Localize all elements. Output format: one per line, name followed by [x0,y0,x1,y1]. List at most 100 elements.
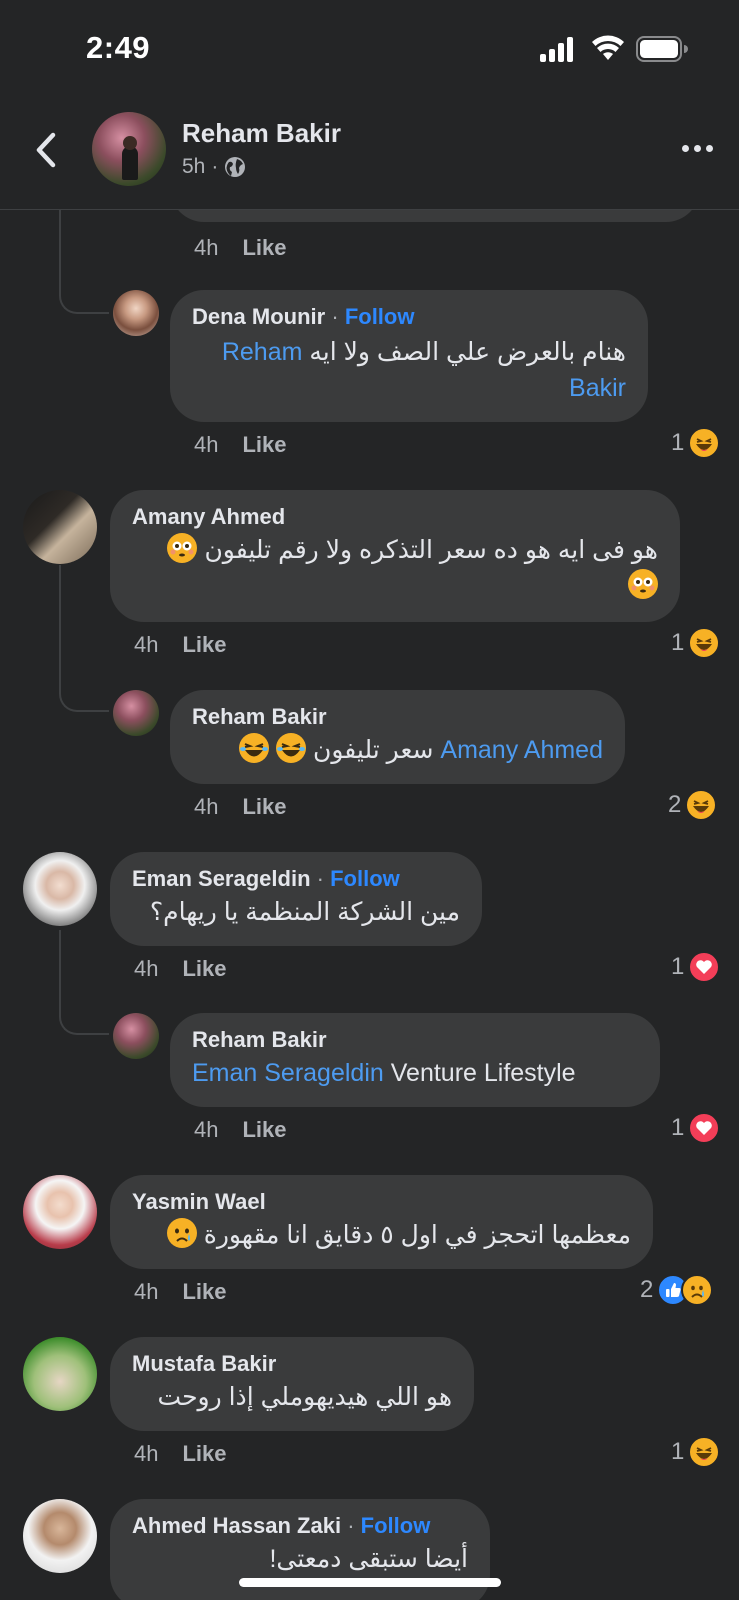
comment-bubble[interactable]: Reham Bakir Amany Ahmed سعر تليفون [170,690,625,784]
comment-meta: 4h Like [134,1279,227,1305]
comment-text: مين الشركة المنظمة يا ريهام؟ [149,898,460,926]
name-separator: · [347,1513,355,1538]
commenter-name[interactable]: Ahmed Hassan Zaki [132,1513,341,1538]
comment-time: 4h [134,1441,159,1466]
commenter-avatar[interactable] [23,490,97,564]
reaction-count: 1 [671,1438,685,1465]
comment-time: 4h [134,1279,159,1304]
commenter-avatar[interactable] [113,1013,159,1059]
commenter-avatar[interactable] [113,690,159,736]
love-reaction-icon [688,951,721,983]
comment-text-arabic: هنام بالعرض علي الصف ولا ايه [309,338,626,366]
commenter-avatar[interactable] [23,1337,97,1411]
post-time: 5h [182,155,206,178]
comment-text: أيضا ستبقى دمعتى! [269,1545,468,1573]
commenter-avatar[interactable] [23,1175,97,1249]
reply-thread-line [59,565,109,712]
reaction-count: 1 [671,953,685,980]
post-header: Reham Bakir 5h · [0,100,739,210]
commenter-name[interactable]: Yasmin Wael [132,1189,631,1215]
reaction-count: 1 [671,1114,685,1141]
comment-text: هنام بالعرض علي الصف ولا ايه Reham Bakir [192,334,626,406]
haha-reaction-icon [688,627,721,659]
commenter-name[interactable]: Dena Mounir [192,304,325,329]
comment-bubble[interactable]: Reham Bakir Eman Serageldin Venture Life… [170,1013,660,1107]
post-meta: 5h · [182,155,246,179]
comment-time: 4h [134,956,159,981]
comment-bubble[interactable]: Amany Ahmed هو فى ايه هو ده سعر التذكره … [110,490,680,622]
commenter-name[interactable]: Reham Bakir [192,1027,638,1053]
reaction-summary[interactable]: 2 [668,789,718,821]
follow-button[interactable]: Follow [330,866,400,891]
comment-meta: 4h Like [194,794,287,820]
commenter-name[interactable]: Reham Bakir [192,704,603,730]
commenter-avatar[interactable] [23,852,97,926]
back-button[interactable] [26,126,66,174]
mention-link[interactable]: Eman Serageldin [192,1059,384,1087]
comment-meta: 4h Like [194,432,287,458]
like-button[interactable]: Like [242,1117,286,1143]
sad-reaction-icon [681,1274,714,1306]
commenter-name-row: Ahmed Hassan Zaki · Follow [132,1513,468,1539]
reaction-count: 1 [671,429,685,456]
comment-time: 4h [194,432,219,457]
comment-meta: 4h Like [194,1117,287,1143]
comment-meta: 4h Like [134,1441,227,1467]
reaction-summary[interactable]: 1 [671,627,721,659]
like-button[interactable]: Like [242,794,286,820]
follow-button[interactable]: Follow [361,1513,431,1538]
comment-text: Eman Serageldin Venture Lifestyle [192,1055,638,1091]
commenter-name[interactable]: Amany Ahmed [132,504,658,530]
reply-thread-line [59,210,109,314]
laughing-emoji-icon [239,733,270,763]
laughing-emoji-icon [276,733,307,763]
commenter-avatar[interactable] [113,290,159,336]
reaction-count: 2 [668,791,682,818]
mention-link[interactable]: Reham [222,338,303,366]
comment-time: 4h [194,235,219,260]
meta-separator: · [211,155,219,178]
commenter-name[interactable]: Eman Serageldin [132,866,311,891]
author-avatar[interactable] [92,112,166,186]
author-name[interactable]: Reham Bakir [182,118,341,149]
like-button[interactable]: Like [182,1279,226,1305]
comment-bubble[interactable]: Yasmin Wael معظمها اتحجز في اول ٥ دقايق … [110,1175,653,1269]
comment-bubble[interactable]: Eman Serageldin · Follow مين الشركة المن… [110,852,482,946]
home-indicator[interactable] [239,1578,501,1587]
reaction-summary[interactable]: 2 [640,1274,714,1306]
like-button[interactable]: Like [242,432,286,458]
haha-reaction-icon [685,789,718,821]
like-button[interactable]: Like [182,956,226,982]
more-icon [681,144,689,152]
reaction-summary[interactable]: 1 [671,951,721,983]
comment-meta: 4h Like [134,956,227,982]
comment-text-body: Venture Lifestyle [390,1059,576,1087]
comment-time: 4h [134,632,159,657]
commenter-avatar[interactable] [23,1499,97,1573]
sad-emoji-icon [166,1218,197,1248]
back-chevron-icon [36,132,56,168]
globe-icon [225,157,246,177]
reaction-summary[interactable]: 1 [671,427,721,459]
commenter-name-row: Eman Serageldin · Follow [132,866,460,892]
reaction-summary[interactable]: 1 [671,1112,721,1144]
comment-bubble[interactable]: Dena Mounir · Follow هنام بالعرض علي الص… [170,290,648,422]
commenter-name[interactable]: Mustafa Bakir [132,1351,452,1377]
comment-time: 4h [194,1117,219,1142]
comment-time: 4h [194,794,219,819]
like-button[interactable]: Like [182,1441,226,1467]
haha-reaction-icon [688,427,721,459]
comment-meta: 4h Like [194,235,287,261]
comment-bubble[interactable]: Mustafa Bakir هو اللي هيديهوملي إذا روحت [110,1337,474,1431]
follow-button[interactable]: Follow [345,304,415,329]
mention-link[interactable]: Bakir [569,374,626,402]
comment-text: هو فى ايه هو ده سعر التذكره ولا رقم تليف… [132,532,658,604]
reaction-count: 1 [671,629,685,656]
reaction-summary[interactable]: 1 [671,1436,721,1468]
flushed-emoji-icon [167,533,198,563]
mention-link[interactable]: Amany Ahmed [440,736,603,764]
like-button[interactable]: Like [242,235,286,261]
like-button[interactable]: Like [182,632,226,658]
comment-text: Amany Ahmed سعر تليفون [192,732,603,768]
more-options-button[interactable] [674,136,720,160]
